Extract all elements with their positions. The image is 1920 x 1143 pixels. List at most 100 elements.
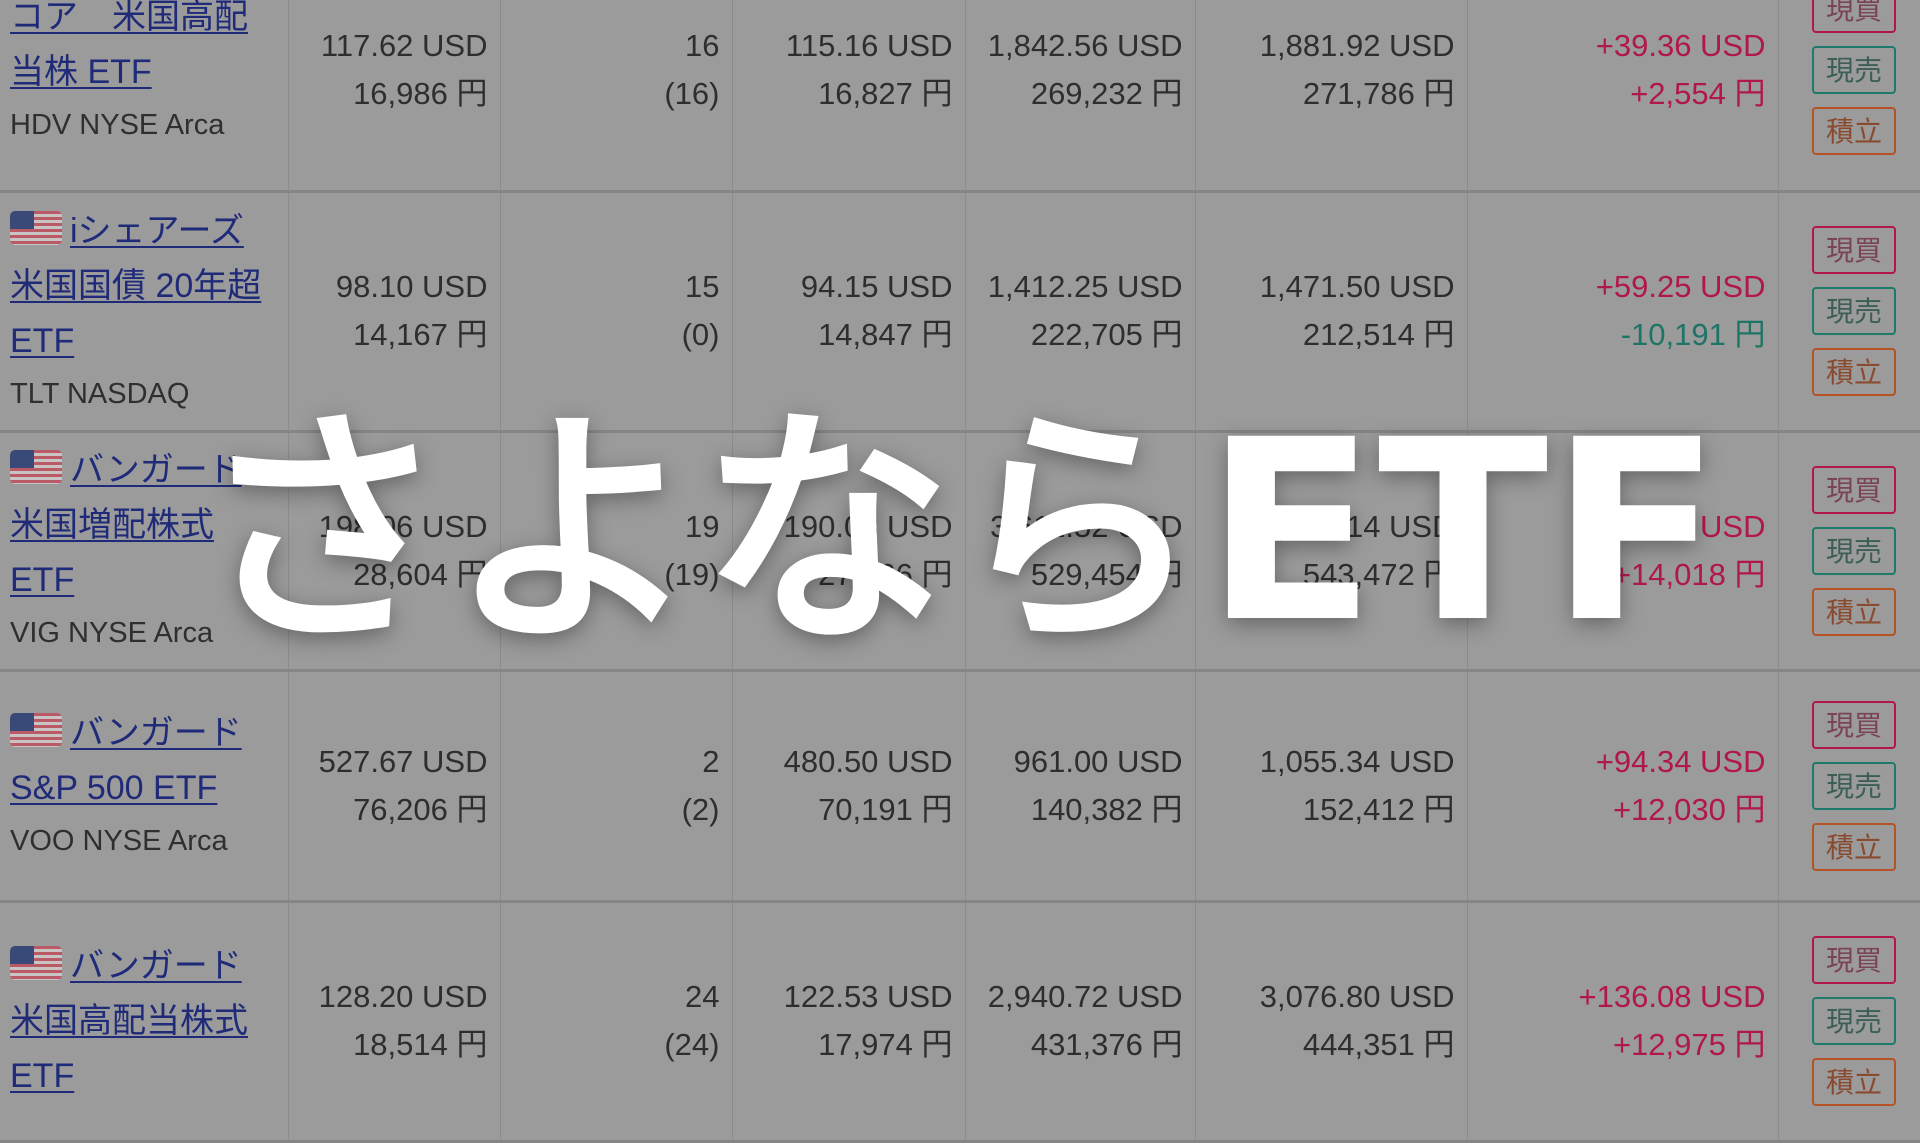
name-cell: バンガード 米国増配株式ETF VIG NYSE Arca [0, 431, 289, 670]
buy-button[interactable]: 現買 [1812, 226, 1896, 274]
profit-loss-cell: +151.62 USD +14,018 円 [1466, 431, 1779, 670]
average-cost-secondary: 17,974 円 [818, 1027, 953, 1062]
current-price-primary: 198.06 USD [318, 508, 488, 544]
quantity-secondary: (24) [664, 1027, 720, 1062]
acquisition-amount-primary: 2,940.72 USD [987, 979, 1183, 1014]
market-value-secondary: 212,514 円 [1302, 317, 1455, 352]
market-value-secondary: 543,472 円 [1302, 556, 1455, 592]
market-value-secondary: 271,786 円 [1302, 75, 1455, 111]
market-value-secondary: 444,351 円 [1302, 1027, 1455, 1062]
profit-loss-cell: +94.34 USD +12,030 円 [1466, 670, 1779, 901]
average-cost-cell: 115.16 USD 16,827 円 [731, 0, 966, 191]
buy-button[interactable]: 現買 [1812, 465, 1896, 514]
quantity-primary: 24 [685, 979, 720, 1014]
quantity-secondary: (19) [664, 556, 720, 592]
profit-loss-jpy: +14,018 円 [1612, 556, 1766, 592]
average-cost-cell: 190.08 USD 27,866 円 [731, 431, 966, 670]
acquisition-amount-secondary: 431,376 円 [1030, 1027, 1183, 1062]
current-price-cell: 117.62 USD 16,986 円 [287, 0, 501, 191]
market-value-primary: 3,076.80 USD [1259, 979, 1455, 1014]
accumulate-button[interactable]: 積立 [1812, 587, 1896, 636]
table-row: バンガード 米国増配株式ETF VIG NYSE Arca 198.06 USD 28… [0, 431, 1920, 670]
sell-button[interactable]: 現売 [1812, 526, 1896, 575]
sell-button[interactable]: 現売 [1812, 287, 1896, 335]
sell-button[interactable]: 現売 [1812, 45, 1896, 94]
acquisition-amount-cell: 1,842.56 USD 269,232 円 [964, 0, 1196, 191]
sell-button[interactable]: 現売 [1812, 761, 1896, 810]
table-row: バンガード S&P 500 ETF VOO NYSE Arca 527.67 USD… [0, 670, 1920, 901]
market-value-cell: 1,881.92 USD 271,786 円 [1194, 0, 1468, 191]
current-price-primary: 98.10 USD [335, 269, 488, 304]
security-name-link[interactable]: コア 米国高配当株 ETF [10, 0, 248, 91]
average-cost-secondary: 14,847 円 [818, 317, 953, 352]
current-price-primary: 128.20 USD [318, 979, 488, 1014]
quantity-cell: 19 (19) [499, 431, 733, 670]
quantity-cell: 16 (16) [499, 0, 733, 191]
table-row: コア 米国高配当株 ETF HDV NYSE Arca 117.62 USD 16,9… [0, 0, 1920, 191]
current-price-secondary: 18,514 円 [353, 1027, 488, 1062]
current-price-secondary: 76,206 円 [353, 791, 488, 827]
current-price-secondary: 28,604 円 [353, 556, 488, 592]
quantity-cell: 24 (24) [499, 901, 733, 1141]
accumulate-button[interactable]: 積立 [1812, 348, 1896, 396]
current-price-primary: 527.67 USD [318, 743, 488, 779]
current-price-primary: 117.62 USD [320, 27, 488, 63]
sell-button[interactable]: 現売 [1812, 997, 1896, 1045]
average-cost-primary: 190.08 USD [783, 508, 953, 544]
buy-button[interactable]: 現買 [1812, 700, 1896, 749]
accumulate-button[interactable]: 積立 [1812, 822, 1896, 871]
acquisition-amount-secondary: 269,232 円 [1030, 75, 1183, 111]
name-cell: バンガード 米国高配当株式ETF [0, 901, 289, 1141]
acquisition-amount-cell: 961.00 USD 140,382 円 [964, 670, 1196, 901]
name-cell: iシェアーズ 米国国債 20年超 ETF TLT NASDAQ [0, 191, 289, 431]
profit-loss-jpy: +2,554 円 [1630, 75, 1766, 111]
actions-cell: 現買 現売 積立 [1777, 0, 1920, 191]
market-value-secondary: 152,412 円 [1302, 791, 1455, 827]
accumulate-button[interactable]: 積立 [1812, 106, 1896, 155]
quantity-primary: 2 [702, 743, 720, 779]
acquisition-amount-secondary: 140,382 円 [1030, 791, 1183, 827]
market-value-cell: 3,076.80 USD 444,351 円 [1194, 901, 1468, 1141]
us-flag-icon [10, 712, 62, 747]
acquisition-amount-primary: 1,412.25 USD [987, 269, 1183, 304]
profit-loss-jpy: -10,191 円 [1620, 317, 1766, 352]
profit-loss-usd: +39.36 USD [1595, 27, 1766, 63]
actions-cell: 現買 現売 積立 [1777, 901, 1920, 1141]
profit-loss-usd: +94.34 USD [1595, 743, 1766, 779]
us-flag-icon [10, 450, 62, 484]
average-cost-primary: 122.53 USD [783, 979, 953, 1014]
name-cell: バンガード S&P 500 ETF VOO NYSE Arca [0, 670, 289, 901]
actions-cell: 現買 現売 積立 [1777, 670, 1920, 901]
average-cost-primary: 94.15 USD [800, 269, 953, 304]
current-price-cell: 198.06 USD 28,604 円 [287, 431, 501, 670]
average-cost-cell: 122.53 USD 17,974 円 [731, 901, 966, 1141]
current-price-cell: 527.67 USD 76,206 円 [287, 670, 501, 901]
acquisition-amount-cell: 2,940.72 USD 431,376 円 [964, 901, 1196, 1141]
ticker-market: VOO NYSE Arca [10, 824, 228, 857]
actions-cell: 現買 現売 積立 [1777, 431, 1920, 670]
accumulate-button[interactable]: 積立 [1812, 1058, 1896, 1106]
market-value-primary: 1,471.50 USD [1259, 269, 1455, 304]
acquisition-amount-primary: 961.00 USD [1013, 743, 1183, 779]
current-price-cell: 128.20 USD 18,514 円 [287, 901, 501, 1141]
average-cost-secondary: 27,866 円 [818, 556, 953, 592]
market-value-cell: 1,055.34 USD 152,412 円 [1194, 670, 1468, 901]
quantity-secondary: (2) [681, 791, 720, 827]
current-price-secondary: 16,986 円 [353, 75, 488, 111]
profit-loss-cell: +59.25 USD -10,191 円 [1466, 191, 1779, 431]
quantity-primary: 19 [685, 508, 720, 544]
quantity-secondary: (16) [664, 75, 720, 111]
acquisition-amount-cell: 1,412.25 USD 222,705 円 [964, 191, 1196, 431]
quantity-cell: 15 (0) [499, 191, 733, 431]
name-cell: コア 米国高配当株 ETF HDV NYSE Arca [0, 0, 289, 191]
buy-button[interactable]: 現買 [1812, 0, 1896, 33]
quantity-primary: 15 [685, 269, 720, 304]
actions-cell: 現買 現売 積立 [1777, 191, 1920, 431]
acquisition-amount-cell: 3,611.52 USD 529,454 円 [964, 431, 1196, 670]
buy-button[interactable]: 現買 [1812, 936, 1896, 984]
average-cost-primary: 115.16 USD [785, 27, 953, 63]
market-value-primary: 1,881.92 USD [1259, 27, 1455, 63]
profit-loss-usd: +136.08 USD [1578, 979, 1766, 1014]
market-value-primary: 1,055.34 USD [1259, 743, 1455, 779]
holdings-table: コア 米国高配当株 ETF HDV NYSE Arca 117.62 USD 16,9… [0, 0, 1920, 1143]
